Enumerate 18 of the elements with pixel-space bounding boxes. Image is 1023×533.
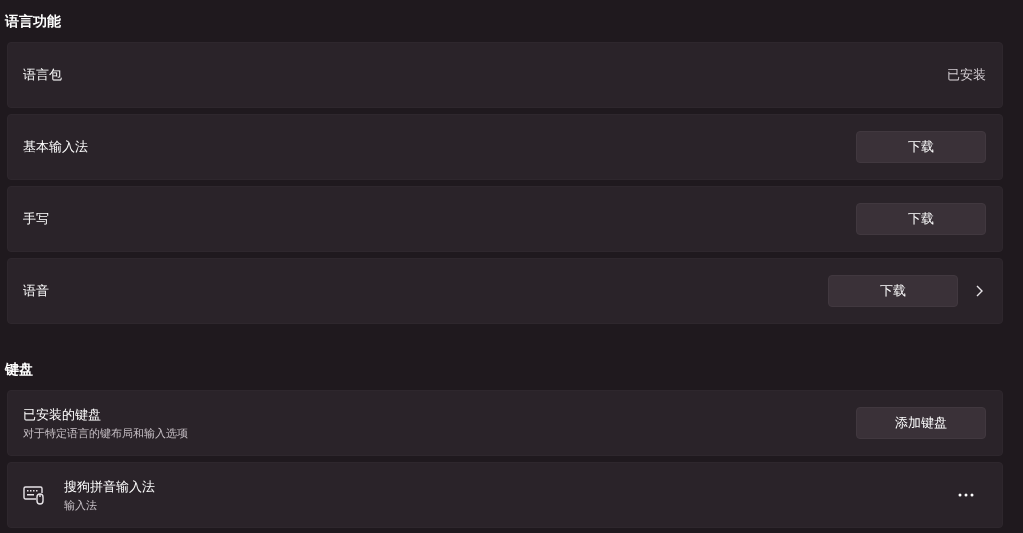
setting-description: 输入法 (64, 497, 98, 513)
setting-label: 基本输入法 (23, 138, 89, 156)
download-button[interactable]: 下载 (828, 275, 958, 307)
download-button[interactable]: 添加键盘 (856, 407, 986, 439)
setting-label: 搜狗拼音输入法 (64, 477, 156, 496)
section-heading: 键盘 (5, 360, 34, 378)
download-button[interactable]: 下载 (856, 203, 986, 235)
chevron-right-icon[interactable] (974, 284, 984, 298)
status-text: 已安装 (947, 66, 986, 84)
download-button[interactable]: 下载 (856, 131, 986, 163)
setting-label: 语音 (23, 282, 50, 300)
keyboard-icon (23, 485, 45, 505)
setting-label: 已安装的键盘 (23, 405, 102, 424)
setting-label: 语言包 (23, 66, 63, 84)
more-icon[interactable] (958, 493, 974, 497)
section-heading: 语言功能 (5, 12, 62, 30)
setting-description: 对于特定语言的键布局和输入选项 (23, 425, 189, 441)
setting-label: 手写 (23, 210, 50, 228)
